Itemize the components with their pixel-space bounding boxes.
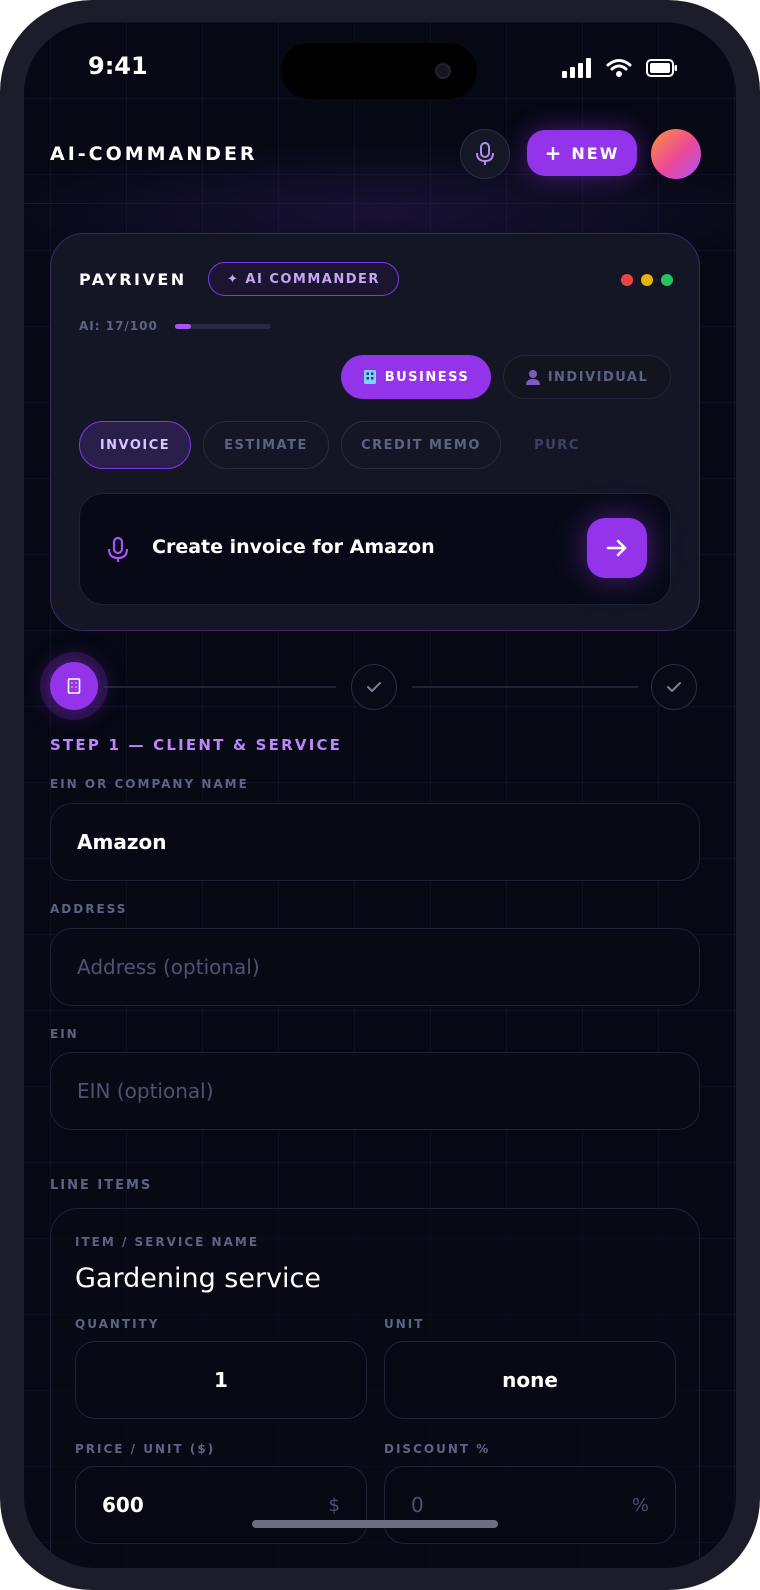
address-label: ADDRESS xyxy=(50,902,128,916)
price-input[interactable]: 600 $ xyxy=(75,1466,367,1544)
ein-placeholder: EIN (optional) xyxy=(77,1079,214,1103)
company-label: EIN OR COMPANY NAME xyxy=(50,777,249,791)
new-button-label: NEW xyxy=(571,143,620,163)
line-item-card: ITEM / SERVICE NAME Gardening service QU… xyxy=(50,1208,700,1568)
checkmark-icon xyxy=(367,682,381,692)
company-input[interactable]: Amazon xyxy=(50,803,700,881)
ai-usage-fill xyxy=(175,324,192,329)
wifi-icon xyxy=(606,59,632,77)
step-connector xyxy=(412,686,638,688)
quantity-value: 1 xyxy=(214,1368,228,1392)
percent-suffix: % xyxy=(631,1495,649,1516)
app-header: AI-COMMANDER + NEW xyxy=(24,127,736,204)
window-dots xyxy=(621,274,673,286)
ai-usage-bar xyxy=(175,324,271,329)
arrow-right-icon xyxy=(606,539,627,557)
step-3-indicator[interactable] xyxy=(651,664,697,710)
unit-label: UNIT xyxy=(384,1317,425,1331)
individual-label: INDIVIDUAL xyxy=(547,369,649,385)
business-label: BUSINESS xyxy=(384,369,470,385)
microphone-icon xyxy=(107,537,129,562)
tab-purchase[interactable]: PURC xyxy=(513,421,601,469)
quantity-label: QUANTITY xyxy=(75,1317,160,1331)
camera-icon xyxy=(435,63,451,79)
discount-value: 0 xyxy=(411,1493,424,1517)
address-placeholder: Address (optional) xyxy=(77,955,260,979)
new-button[interactable]: + NEW xyxy=(527,130,637,176)
screen: 9:41 AI-COMMANDER + NEW PAYRIVEN ✦ AI CO… xyxy=(24,22,736,1568)
microphone-icon xyxy=(476,142,494,165)
phone-frame: 9:41 AI-COMMANDER + NEW PAYRIVEN ✦ AI CO… xyxy=(0,0,760,1590)
step-connector xyxy=(104,686,336,688)
item-name-label: ITEM / SERVICE NAME xyxy=(75,1235,260,1249)
address-input[interactable]: Address (optional) xyxy=(50,928,700,1006)
step-1-indicator[interactable] xyxy=(50,662,98,710)
home-indicator[interactable] xyxy=(252,1520,498,1528)
status-time: 9:41 xyxy=(88,52,148,80)
tab-estimate[interactable]: ESTIMATE xyxy=(203,421,329,469)
dollar-suffix: $ xyxy=(328,1495,340,1516)
dynamic-island xyxy=(281,43,477,99)
individual-toggle[interactable]: INDIVIDUAL xyxy=(503,355,671,399)
commander-card: PAYRIVEN ✦ AI COMMANDER AI: 17/100 BUSIN… xyxy=(50,233,700,631)
card-title: PAYRIVEN xyxy=(79,270,187,289)
person-icon xyxy=(525,370,540,385)
app-brand: AI-COMMANDER xyxy=(50,143,258,165)
price-label: PRICE / UNIT ($) xyxy=(75,1442,216,1456)
ein-input[interactable]: EIN (optional) xyxy=(50,1052,700,1130)
line-items-label: LINE ITEMS xyxy=(50,1178,153,1193)
document-type-tabs: INVOICE ESTIMATE CREDIT MEMO PURC xyxy=(79,421,673,469)
green-dot-icon xyxy=(661,274,673,286)
unit-select[interactable]: none xyxy=(384,1341,676,1419)
tab-credit-memo[interactable]: CREDIT MEMO xyxy=(341,421,501,469)
ai-commander-badge: ✦ AI COMMANDER xyxy=(208,262,399,296)
tab-invoice[interactable]: INVOICE xyxy=(79,421,191,469)
company-value: Amazon xyxy=(77,830,167,854)
plus-icon: + xyxy=(544,141,564,165)
step-2-indicator[interactable] xyxy=(351,664,397,710)
command-text: Create invoice for Amazon xyxy=(152,536,435,558)
unit-value: none xyxy=(502,1368,558,1392)
send-button[interactable] xyxy=(587,518,647,578)
red-dot-icon xyxy=(621,274,633,286)
ai-usage-label: AI: 17/100 xyxy=(79,319,158,333)
price-value: 600 xyxy=(102,1493,144,1517)
business-toggle[interactable]: BUSINESS xyxy=(341,355,491,399)
discount-input[interactable]: 0 % xyxy=(384,1466,676,1544)
ein-label: EIN xyxy=(50,1027,79,1041)
command-prompt[interactable]: Create invoice for Amazon xyxy=(79,493,671,605)
item-name-input[interactable]: Gardening service xyxy=(75,1263,321,1294)
discount-label: DISCOUNT % xyxy=(384,1442,491,1456)
step-heading: STEP 1 — CLIENT & SERVICE xyxy=(50,736,343,754)
yellow-dot-icon xyxy=(641,274,653,286)
building-icon xyxy=(363,370,376,384)
signal-icon xyxy=(562,58,591,78)
checkmark-icon xyxy=(667,682,681,692)
status-icons xyxy=(562,58,678,78)
avatar[interactable] xyxy=(651,129,701,179)
building-icon xyxy=(67,678,81,694)
voice-button[interactable] xyxy=(460,129,510,179)
battery-icon xyxy=(646,59,677,77)
quantity-input[interactable]: 1 xyxy=(75,1341,367,1419)
